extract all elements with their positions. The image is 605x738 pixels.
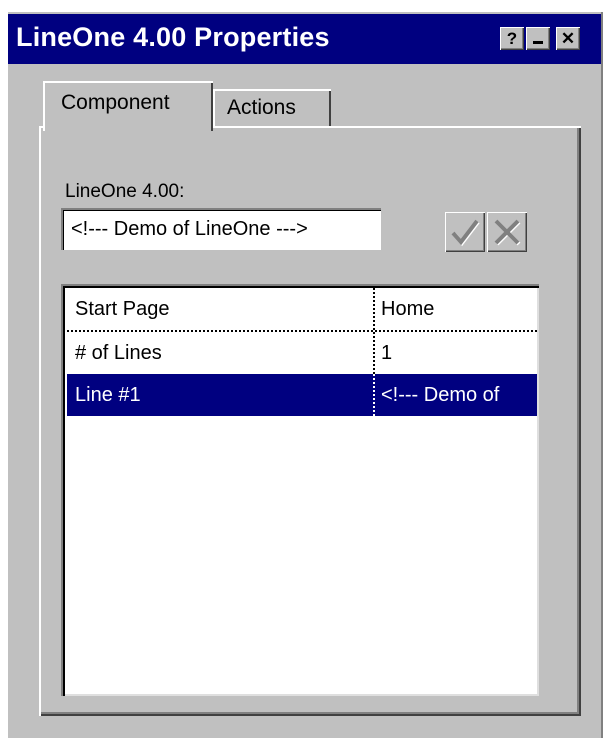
component-panel: LineOne 4.00: <!--- Demo of LineOne --->… xyxy=(39,126,581,716)
x-icon xyxy=(494,219,521,246)
check-icon xyxy=(451,219,480,247)
window-title: LineOne 4.00 Properties xyxy=(16,22,330,52)
tab-component[interactable]: Component xyxy=(43,81,213,131)
value-input[interactable]: <!--- Demo of LineOne ---> xyxy=(61,208,381,250)
title-bar[interactable]: LineOne 4.00 Properties ? ✕ xyxy=(8,14,601,64)
grid-row-line-1[interactable]: Line #1 <!--- Demo of xyxy=(67,374,537,416)
help-button[interactable]: ? xyxy=(500,27,524,50)
close-button[interactable]: ✕ xyxy=(556,27,580,50)
grid-row-start-page[interactable]: Start Page Home xyxy=(67,288,537,332)
property-value[interactable]: Home xyxy=(377,288,537,330)
tab-actions[interactable]: Actions xyxy=(213,89,331,129)
accept-button[interactable] xyxy=(445,212,485,252)
tab-component-label: Component xyxy=(61,91,170,114)
field-label: LineOne 4.00: xyxy=(65,181,185,202)
minimize-icon xyxy=(533,41,543,44)
property-value[interactable]: 1 xyxy=(377,332,537,374)
properties-dialog: LineOne 4.00 Properties ? ✕ Component Ac… xyxy=(6,12,603,738)
property-name: Start Page xyxy=(67,288,375,330)
minimize-button[interactable] xyxy=(526,27,550,50)
tab-actions-label: Actions xyxy=(227,96,296,119)
property-name: Line #1 xyxy=(67,374,375,416)
cancel-button[interactable] xyxy=(487,212,527,252)
grid-row-num-lines[interactable]: # of Lines 1 xyxy=(67,332,537,374)
property-grid[interactable]: Start Page Home # of Lines 1 Line #1 <!-… xyxy=(61,284,539,696)
property-name: # of Lines xyxy=(67,332,375,374)
property-value[interactable]: <!--- Demo of xyxy=(377,374,537,416)
